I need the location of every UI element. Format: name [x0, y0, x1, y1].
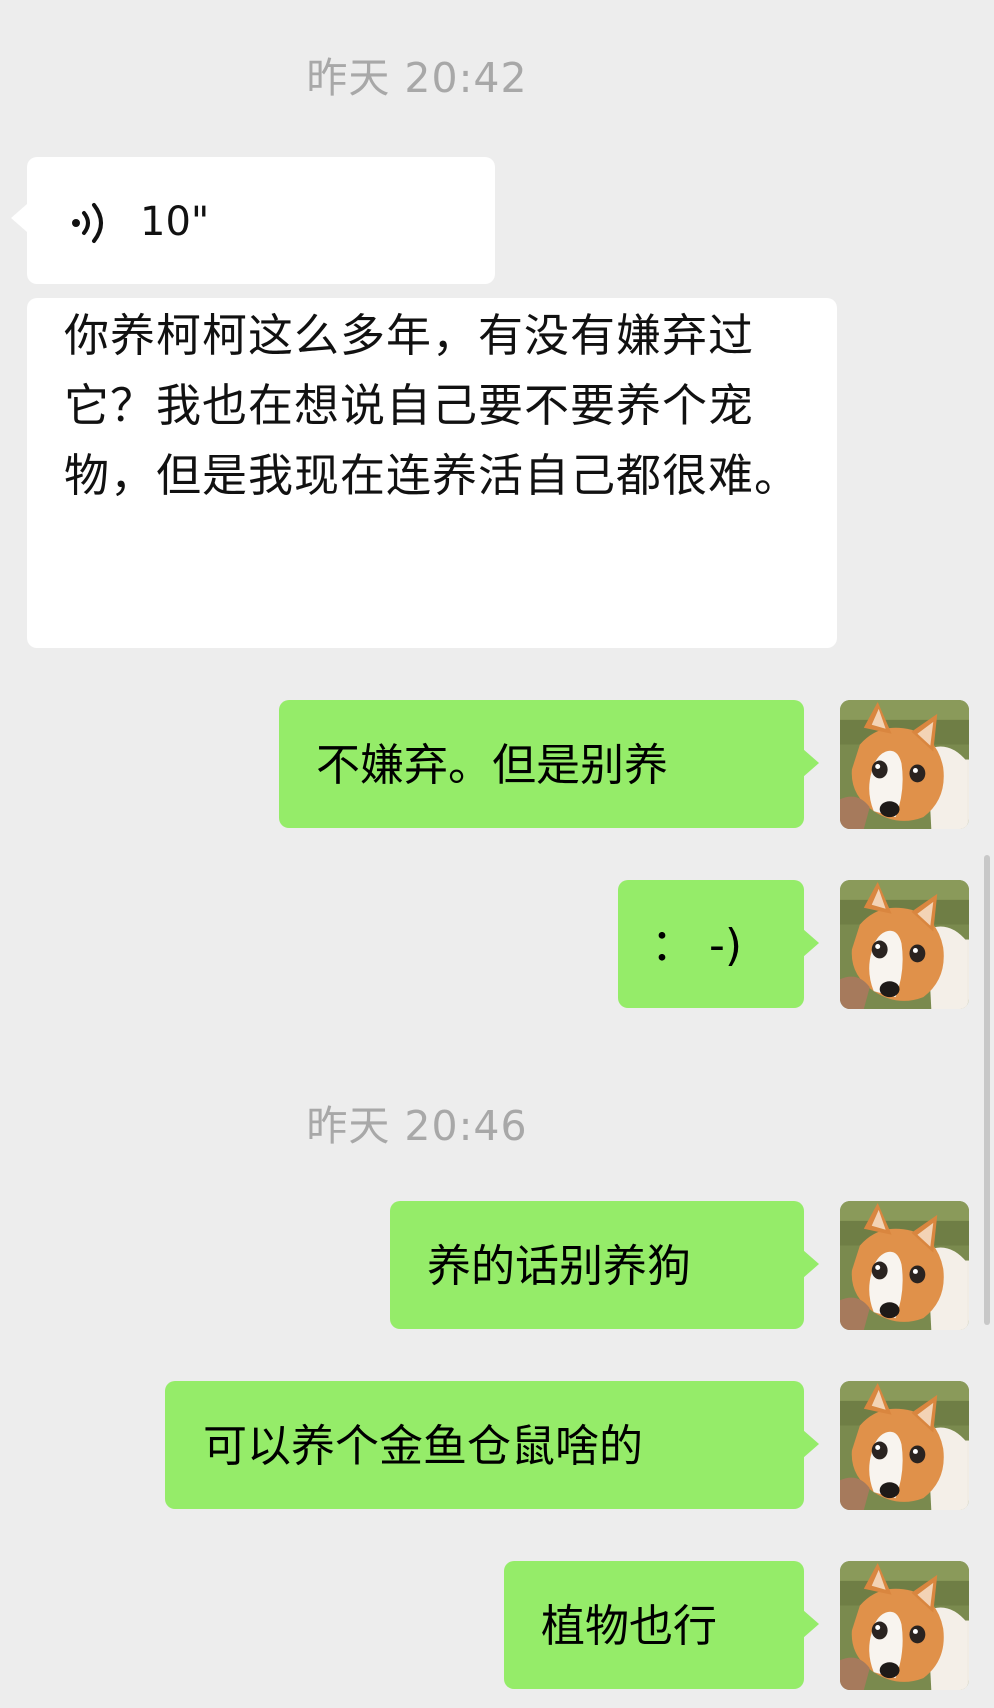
outgoing-message-text: 植物也行: [541, 1601, 717, 1652]
corgi-avatar[interactable]: [840, 700, 969, 829]
corgi-avatar[interactable]: [840, 1561, 969, 1690]
outgoing-message-text: 养的话别养狗: [427, 1241, 691, 1292]
incoming-message-text: 你养柯柯这么多年，有没有嫌弃过它？我也在想说自己要不要养个宠物，但是我现在连养活…: [64, 309, 801, 502]
voice-wave-icon: [72, 203, 103, 243]
outgoing-message-text: ： -): [651, 920, 743, 971]
timestamp: 昨天 20:42: [306, 54, 528, 102]
corgi-avatar[interactable]: [840, 880, 969, 1009]
corgi-avatar[interactable]: [840, 1201, 969, 1330]
scrollbar[interactable]: [984, 855, 990, 1325]
bubble-tail: [11, 204, 27, 232]
bubble-tail: [803, 1250, 819, 1278]
bubble-tail: [803, 749, 819, 777]
voice-duration: 10": [140, 199, 210, 245]
outgoing-message-text: 可以养个金鱼仓鼠啥的: [203, 1421, 643, 1472]
bubble-tail: [803, 929, 819, 957]
outgoing-message-text: 不嫌弃。但是别养: [316, 740, 668, 791]
bubble-tail: [803, 1610, 819, 1638]
timestamp: 昨天 20:46: [306, 1102, 528, 1150]
corgi-avatar[interactable]: [840, 1381, 969, 1510]
bubble-tail: [803, 1430, 819, 1458]
